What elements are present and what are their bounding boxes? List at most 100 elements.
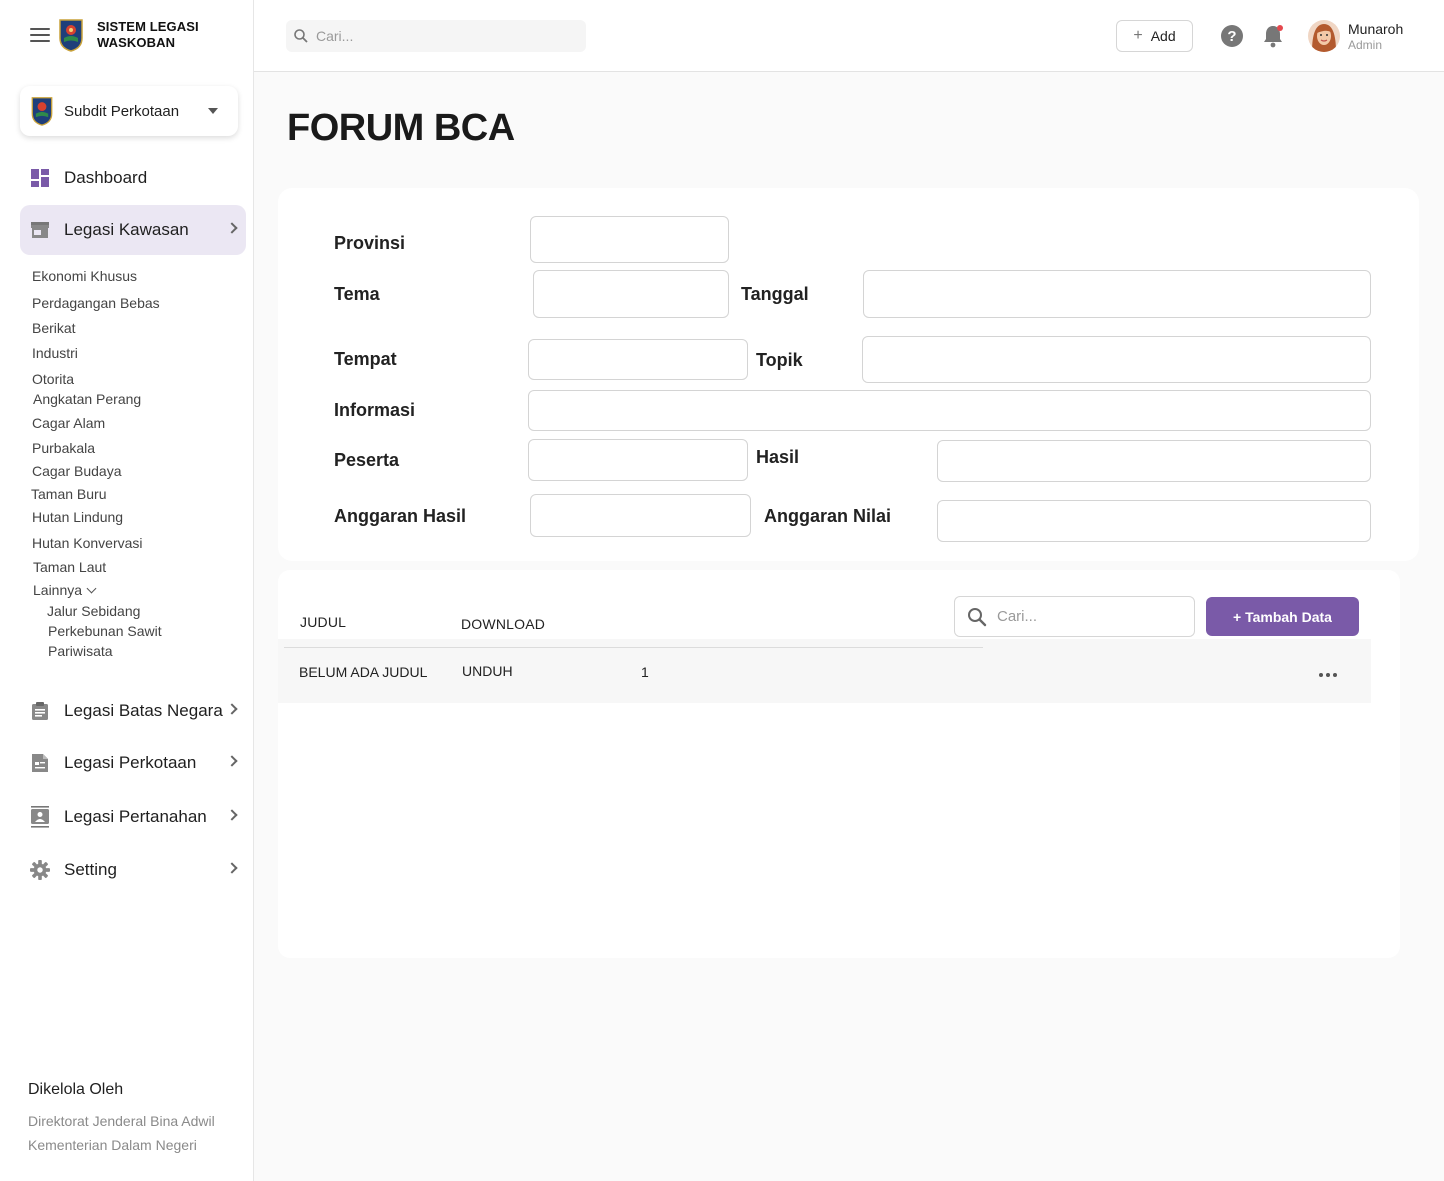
column-header-judul[interactable]: JUDUL (300, 614, 346, 630)
chevron-right-icon (226, 755, 238, 767)
footer-line-2: Kementerian Dalam Negeri (28, 1137, 197, 1153)
topbar: + Add ? Munaroh Admin (254, 0, 1444, 72)
brand-line-2: WASKOBAN (97, 35, 176, 50)
document-icon (30, 753, 50, 773)
label-tempat: Tempat (334, 349, 397, 369)
input-anggaran-hasil-box (530, 494, 751, 537)
emblem-logo (59, 19, 83, 52)
subnav-cagar-alam[interactable]: Cagar Alam (32, 415, 105, 431)
nav-label-legasi-batas-negara: Legasi Batas Negara (64, 701, 223, 720)
hamburger-menu-icon[interactable] (30, 28, 50, 42)
subnav-hutan-lindung[interactable]: Hutan Lindung (32, 509, 123, 525)
label-anggaran-nilai: Anggaran Nilai (764, 506, 892, 526)
input-topik[interactable] (863, 337, 1370, 382)
nav-label-legasi-pertanahan: Legasi Pertanahan (64, 807, 207, 826)
dashboard-icon (30, 168, 50, 188)
input-tanggal-box (863, 270, 1371, 318)
subnav-angkatan-perang[interactable]: Angkatan Perang (33, 391, 141, 407)
label-hasil: Hasil (756, 447, 800, 467)
contact-card-icon (30, 806, 50, 828)
footer-line-1: Direktorat Jenderal Bina Adwil (28, 1113, 215, 1129)
input-peserta[interactable] (529, 440, 747, 480)
avatar[interactable] (1308, 20, 1340, 52)
label-topik: Topik (756, 350, 803, 370)
add-button-label: Add (1150, 28, 1176, 44)
label-tema: Tema (334, 284, 380, 304)
brand-line-1: SISTEM LEGASI (97, 19, 199, 34)
subnav-purbakala[interactable]: Purbakala (32, 440, 95, 456)
nav-legasi-batas-negara[interactable]: Legasi Batas Negara (20, 686, 246, 736)
cell-count: 1 (641, 664, 649, 680)
nav-label-legasi-kawasan: Legasi Kawasan (64, 220, 189, 239)
chevron-down-icon (86, 583, 97, 594)
global-search-input[interactable] (316, 28, 566, 44)
add-button[interactable]: + Add (1116, 20, 1193, 52)
input-tempat[interactable] (529, 340, 747, 379)
subnav-perkebunan-sawit[interactable]: Perkebunan Sawit (48, 623, 162, 639)
input-informasi[interactable] (529, 391, 1370, 430)
subnav-lainnya[interactable]: Lainnya (33, 582, 97, 598)
subnav-lainnya-label: Lainnya (33, 582, 83, 598)
input-tema[interactable] (534, 271, 728, 317)
cell-judul: BELUM ADA JUDUL (299, 664, 428, 680)
input-provinsi-box (530, 216, 729, 263)
input-topik-box (862, 336, 1371, 383)
input-informasi-box (528, 390, 1371, 431)
more-options-icon[interactable] (1319, 673, 1337, 677)
cell-download-link[interactable]: UNDUH (462, 663, 513, 679)
org-selector[interactable]: Subdit Perkotaan (20, 86, 238, 136)
sidebar: SISTEM LEGASI WASKOBAN Subdit Perkotaan … (0, 0, 254, 1181)
footer-title: Dikelola Oleh (28, 1081, 124, 1098)
nav-label-setting: Setting (64, 860, 117, 879)
svg-text:?: ? (1227, 28, 1236, 45)
search-icon (294, 29, 308, 43)
subnav-jalur-sebidang[interactable]: Jalur Sebidang (47, 603, 140, 619)
input-hasil[interactable] (938, 441, 1370, 481)
store-icon (30, 220, 50, 240)
nav-legasi-pertanahan[interactable]: Legasi Pertanahan (20, 792, 246, 842)
nav-label-dashboard: Dashboard (64, 168, 148, 187)
input-anggaran-nilai-box (937, 500, 1371, 542)
notification-bell-icon[interactable] (1261, 24, 1285, 48)
nav-legasi-perkotaan[interactable]: Legasi Perkotaan (20, 738, 246, 788)
plus-icon: + (1133, 27, 1143, 44)
column-header-download[interactable]: DOWNLOAD (461, 616, 545, 632)
chevron-right-icon (226, 703, 238, 715)
subnav-taman-laut[interactable]: Taman Laut (33, 559, 106, 575)
nav-dashboard[interactable]: Dashboard (20, 153, 246, 203)
subnav-industri[interactable]: Industri (32, 345, 78, 361)
subnav-cagar-budaya[interactable]: Cagar Budaya (32, 463, 122, 479)
input-tema-box (533, 270, 729, 318)
input-anggaran-nilai[interactable] (938, 501, 1370, 541)
subnav-otorita[interactable]: Otorita (32, 371, 74, 387)
chevron-right-icon (226, 222, 238, 234)
nav-label-legasi-perkotaan: Legasi Perkotaan (64, 753, 197, 772)
org-emblem-icon (31, 97, 53, 126)
page-title: FORUM BCA (287, 107, 515, 149)
label-informasi: Informasi (334, 400, 416, 420)
subnav-taman-buru[interactable]: Taman Buru (31, 486, 106, 502)
chevron-right-icon (226, 862, 238, 874)
brand: SISTEM LEGASI WASKOBAN (30, 18, 199, 52)
form-card: Provinsi Tema Tanggal Tempat Topik Infor… (278, 188, 1419, 561)
table-search (954, 596, 1195, 637)
input-anggaran-hasil[interactable] (531, 495, 750, 536)
input-provinsi[interactable] (531, 217, 728, 262)
table-search-input[interactable] (997, 608, 1187, 625)
row-divider (284, 647, 983, 648)
clipboard-icon (30, 701, 50, 721)
nav-legasi-kawasan[interactable]: Legasi Kawasan (20, 205, 246, 255)
subnav-berikat[interactable]: Berikat (32, 320, 76, 336)
label-anggaran-hasil: Anggaran Hasil (334, 506, 467, 526)
table-row[interactable]: BELUM ADA JUDUL UNDUH 1 (278, 639, 1371, 703)
subnav-perdagangan-bebas[interactable]: Perdagangan Bebas (32, 295, 160, 311)
subnav-hutan-konvervasi[interactable]: Hutan Konvervasi (32, 535, 143, 551)
input-tanggal[interactable] (864, 271, 1370, 317)
subnav-pariwisata[interactable]: Pariwisata (48, 643, 113, 659)
brand-title: SISTEM LEGASI WASKOBAN (97, 19, 199, 51)
help-icon[interactable]: ? (1220, 24, 1244, 48)
user-name: Munaroh (1348, 21, 1404, 37)
add-data-button[interactable]: + Tambah Data (1206, 597, 1359, 636)
subnav-ekonomi-khusus[interactable]: Ekonomi Khusus (32, 268, 137, 284)
nav-setting[interactable]: Setting (20, 845, 246, 895)
